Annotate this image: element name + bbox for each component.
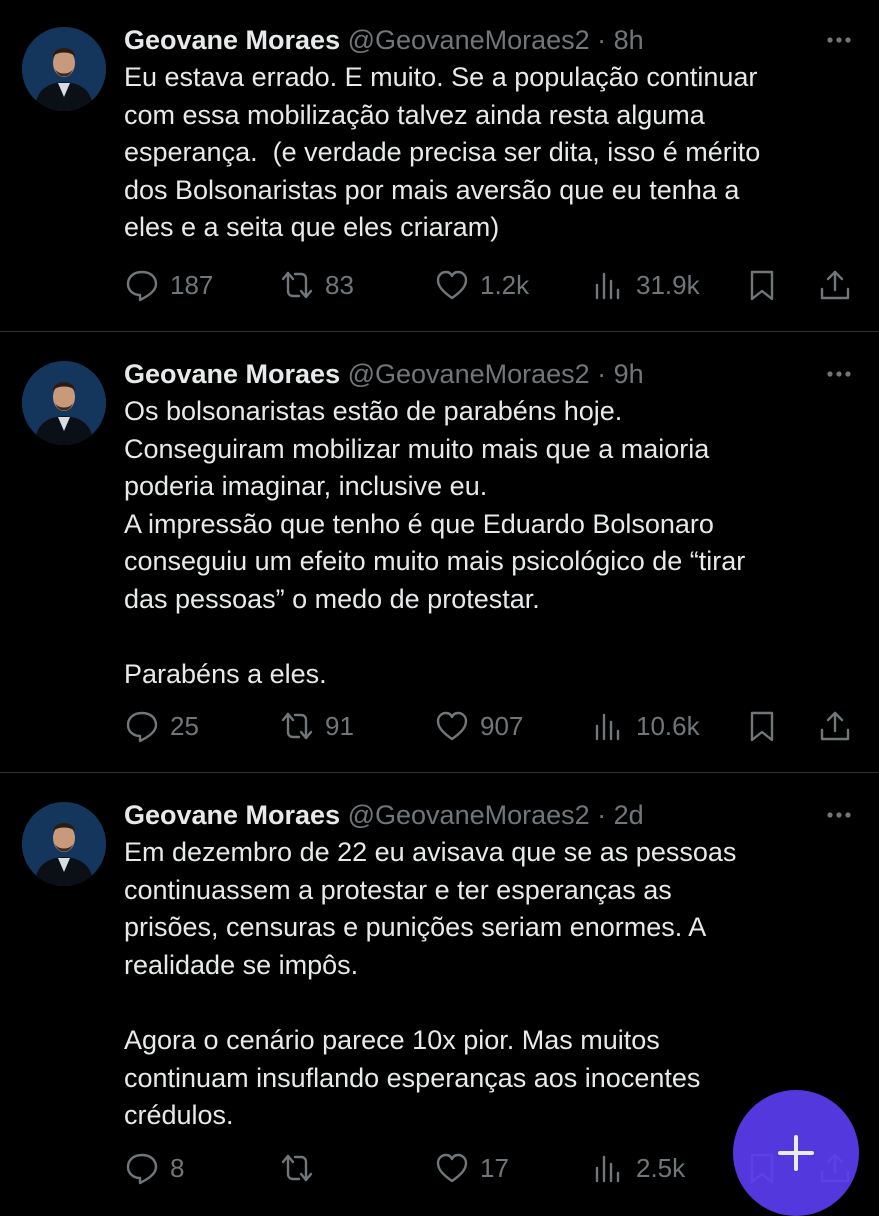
- bookmark-icon: [750, 270, 774, 301]
- retweet-icon: [281, 712, 313, 740]
- avatar[interactable]: [22, 361, 106, 445]
- views-icon: [595, 1155, 620, 1183]
- like-count: 907: [480, 710, 524, 741]
- tweet[interactable]: Geovane Moraes @GeovaneMoraes2 · 8h Eu e…: [0, 0, 879, 330]
- bookmark-button[interactable]: [744, 263, 780, 307]
- bookmark-icon: [750, 711, 774, 742]
- share-icon: [820, 270, 850, 300]
- more-options-icon[interactable]: [821, 356, 857, 392]
- heart-icon: [436, 270, 468, 300]
- reply-count: 25: [170, 710, 199, 741]
- share-icon: [820, 711, 850, 741]
- tweet-actions: 187 83 1.2k 31.9k: [124, 263, 859, 307]
- views-icon: [595, 713, 620, 741]
- avatar-image: [22, 27, 106, 111]
- separator-dot: ·: [589, 800, 614, 830]
- reply-icon: [126, 711, 158, 743]
- avatar-image: [22, 802, 106, 886]
- author-handle[interactable]: @GeovaneMoraes2: [348, 800, 590, 830]
- tweet-divider: [0, 772, 879, 773]
- retweet-button[interactable]: 83: [279, 263, 354, 307]
- plus-icon: [778, 1135, 814, 1171]
- author-name[interactable]: Geovane Moraes: [124, 359, 340, 389]
- avatar[interactable]: [22, 27, 106, 111]
- tweet-divider: [0, 331, 879, 332]
- avatar[interactable]: [22, 802, 106, 886]
- tweet-header: Geovane Moraes @GeovaneMoraes2 · 8h: [124, 22, 644, 58]
- tweet-text: Os bolsonaristas estão de parabéns hoje.…: [124, 396, 746, 690]
- view-count: 10.6k: [636, 710, 700, 741]
- reply-count: 8: [170, 1152, 185, 1183]
- view-count: 2.5k: [636, 1152, 686, 1183]
- like-button[interactable]: 17: [434, 1146, 509, 1190]
- tweet-header: Geovane Moraes @GeovaneMoraes2 · 9h: [124, 356, 644, 392]
- share-button[interactable]: [817, 704, 853, 748]
- reply-count: 187: [170, 269, 214, 300]
- reply-button[interactable]: 25: [124, 704, 199, 748]
- retweet-icon: [281, 271, 313, 299]
- more-options-icon[interactable]: [821, 22, 857, 58]
- views-icon: [595, 272, 620, 300]
- tweet-time[interactable]: 8h: [614, 25, 644, 55]
- separator-dot: ·: [589, 25, 614, 55]
- author-name[interactable]: Geovane Moraes: [124, 25, 340, 55]
- retweet-count: 83: [325, 269, 354, 300]
- tweet[interactable]: Geovane Moraes @GeovaneMoraes2 · 9h Os b…: [0, 334, 879, 771]
- views-button[interactable]: 31.9k: [590, 263, 700, 307]
- share-button[interactable]: [817, 263, 853, 307]
- compose-button[interactable]: [733, 1090, 859, 1216]
- bookmark-button[interactable]: [744, 704, 780, 748]
- tweet-text: Em dezembro de 22 eu avisava que se as p…: [124, 837, 737, 1131]
- retweet-button[interactable]: [279, 1146, 325, 1190]
- separator-dot: ·: [589, 359, 614, 389]
- tweet-actions: 25 91 907 10.6k: [124, 704, 859, 748]
- heart-icon: [436, 1153, 468, 1183]
- view-count: 31.9k: [636, 269, 700, 300]
- tweet-time[interactable]: 9h: [614, 359, 644, 389]
- avatar-image: [22, 361, 106, 445]
- retweet-count: 91: [325, 710, 354, 741]
- like-button[interactable]: 907: [434, 704, 523, 748]
- retweet-button[interactable]: 91: [279, 704, 354, 748]
- more-options-icon[interactable]: [821, 797, 857, 833]
- author-handle[interactable]: @GeovaneMoraes2: [348, 359, 590, 389]
- heart-icon: [436, 711, 468, 741]
- like-count: 1.2k: [480, 269, 530, 300]
- tweet-text: Eu estava errado. E muito. Se a populaçã…: [124, 62, 761, 243]
- like-count: 17: [480, 1152, 509, 1183]
- reply-icon: [126, 1153, 158, 1185]
- tweet-time[interactable]: 2d: [614, 800, 644, 830]
- like-button[interactable]: 1.2k: [434, 263, 529, 307]
- tweet-header: Geovane Moraes @GeovaneMoraes2 · 2d: [124, 797, 644, 833]
- retweet-icon: [281, 1154, 313, 1182]
- author-handle[interactable]: @GeovaneMoraes2: [348, 25, 590, 55]
- reply-button[interactable]: 187: [124, 263, 213, 307]
- reply-button[interactable]: 8: [124, 1146, 184, 1190]
- views-button[interactable]: 10.6k: [590, 704, 700, 748]
- reply-icon: [126, 270, 158, 302]
- author-name[interactable]: Geovane Moraes: [124, 800, 340, 830]
- views-button[interactable]: 2.5k: [590, 1146, 685, 1190]
